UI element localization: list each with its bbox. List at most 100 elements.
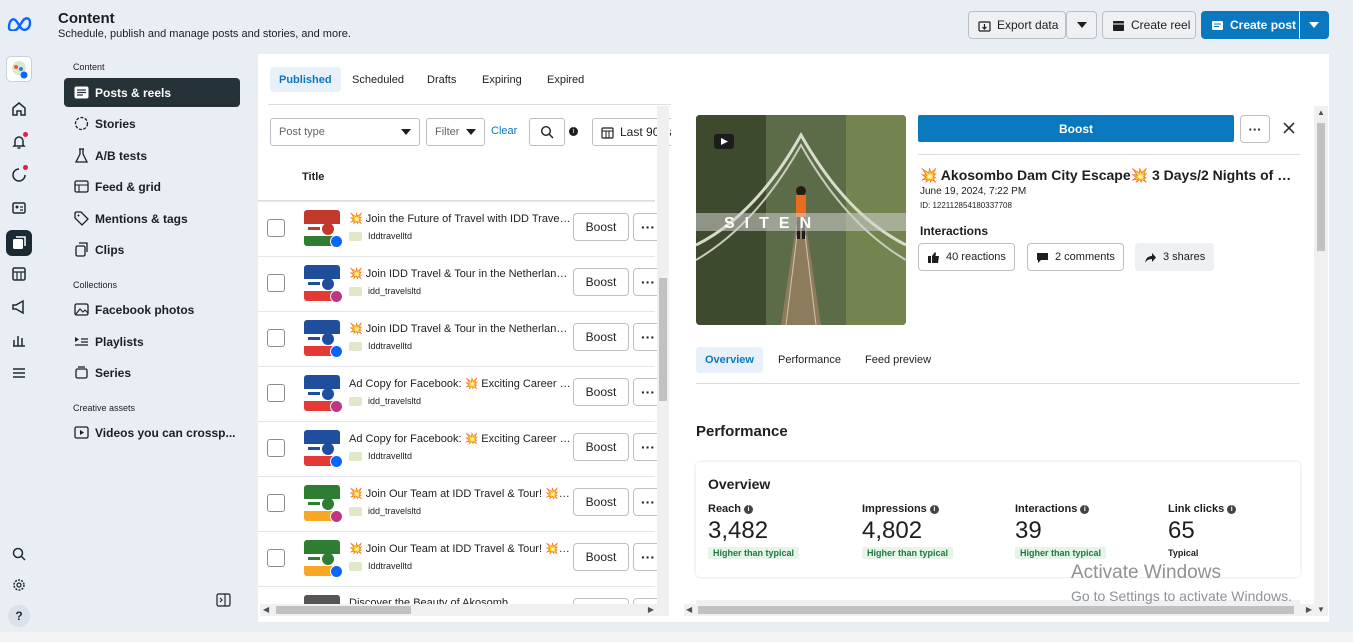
table-row[interactable]: 💥 Join IDD Travel & Tour in the Netherla… xyxy=(258,311,663,366)
tab-expiring[interactable]: Expiring xyxy=(473,67,531,92)
sidebar-item-clips[interactable]: Clips xyxy=(64,235,240,264)
reactions-pill[interactable]: 40 reactions xyxy=(918,243,1015,271)
detail-hscrollbar[interactable]: ◀ ▶ xyxy=(684,604,1314,616)
row-checkbox[interactable] xyxy=(267,274,285,292)
filter-select[interactable]: Filter xyxy=(426,118,485,146)
table-row[interactable]: Ad Copy for Facebook: 💥 Exciting Career … xyxy=(258,421,663,476)
scroll-up-icon[interactable]: ▲ xyxy=(1317,108,1325,117)
scroll-right-icon[interactable]: ▶ xyxy=(648,605,654,614)
content-icon[interactable] xyxy=(6,230,32,256)
row-account-name: Iddtravelltd xyxy=(368,451,413,461)
row-checkbox[interactable] xyxy=(267,329,285,347)
sidebar-item-posts-reels[interactable]: Posts & reels xyxy=(64,78,240,107)
sidebar-item-series[interactable]: Series xyxy=(64,358,240,387)
insights-icon[interactable] xyxy=(8,329,30,351)
sidebar-item-label: Feed & grid xyxy=(95,179,162,194)
row-boost-button[interactable]: Boost xyxy=(573,378,629,406)
tab-drafts[interactable]: Drafts xyxy=(418,67,465,92)
info-icon[interactable]: i xyxy=(929,504,939,514)
boost-post-button[interactable]: Boost xyxy=(918,115,1234,142)
facebook-icon xyxy=(330,345,343,358)
row-boost-button[interactable]: Boost xyxy=(573,488,629,516)
shares-pill[interactable]: 3 shares xyxy=(1135,243,1215,271)
info-icon[interactable]: i xyxy=(1227,504,1237,514)
help-icon[interactable]: ? xyxy=(8,605,30,627)
series-icon xyxy=(73,365,89,381)
page-avatar-icon[interactable] xyxy=(6,56,32,82)
menu-icon[interactable] xyxy=(8,362,30,384)
search-posts-button[interactable] xyxy=(529,118,565,146)
post-type-select[interactable]: Post type xyxy=(270,118,420,146)
hscrollbar-thumb[interactable] xyxy=(698,606,1294,614)
settings-gear-icon[interactable] xyxy=(8,574,30,596)
export-dropdown-button[interactable] xyxy=(1066,11,1097,39)
home-icon[interactable] xyxy=(8,98,30,120)
row-account-name: Iddtravelltd xyxy=(368,341,413,351)
content-sidebar: Content Posts & reels Stories A/B tests … xyxy=(41,54,258,642)
tab-scheduled[interactable]: Scheduled xyxy=(343,67,413,92)
inbox-icon[interactable] xyxy=(8,164,30,186)
nav-section-collections: Collections xyxy=(73,280,118,290)
post-list-hscrollbar[interactable]: ◀ ▶ xyxy=(260,604,657,616)
scrollbar-thumb[interactable] xyxy=(659,278,667,401)
scroll-right-icon[interactable]: ▶ xyxy=(1306,605,1312,614)
row-boost-button[interactable]: Boost xyxy=(573,543,629,571)
row-checkbox[interactable] xyxy=(267,494,285,512)
detail-scrollbar[interactable]: ▲ ▼ xyxy=(1314,106,1328,616)
sidebar-item-feed-grid[interactable]: Feed & grid xyxy=(64,172,240,201)
row-boost-button[interactable]: Boost xyxy=(573,323,629,351)
export-data-button[interactable]: Export data xyxy=(968,11,1066,39)
row-boost-button[interactable]: Boost xyxy=(573,268,629,296)
subtab-performance[interactable]: Performance xyxy=(769,347,850,373)
comments-pill[interactable]: 2 comments xyxy=(1027,243,1124,271)
sidebar-item-playlists[interactable]: Playlists xyxy=(64,327,240,356)
row-checkbox[interactable] xyxy=(267,439,285,457)
subtab-feed-preview[interactable]: Feed preview xyxy=(856,347,940,373)
create-post-dropdown-button[interactable] xyxy=(1299,11,1329,39)
row-boost-button[interactable]: Boost xyxy=(573,433,629,461)
sidebar-item-facebook-photos[interactable]: Facebook photos xyxy=(64,295,240,324)
meta-logo-icon[interactable] xyxy=(5,12,35,34)
planner-icon[interactable] xyxy=(8,263,30,285)
row-checkbox[interactable] xyxy=(267,219,285,237)
sidebar-item-stories[interactable]: Stories xyxy=(64,109,240,138)
table-row[interactable]: 💥 Join Our Team at IDD Travel & Tour! 💥 … xyxy=(258,531,663,586)
info-icon[interactable]: i xyxy=(1080,504,1090,514)
info-icon[interactable]: i xyxy=(569,127,578,136)
create-reel-button[interactable]: Create reel xyxy=(1102,11,1196,39)
subtab-overview[interactable]: Overview xyxy=(696,347,763,373)
metric-tag: Higher than typical xyxy=(862,547,954,559)
clear-filters-link[interactable]: Clear xyxy=(491,125,517,137)
search-icon[interactable] xyxy=(8,543,30,565)
table-row[interactable]: 💥 Join Our Team at IDD Travel & Tour! 💥 … xyxy=(258,476,663,531)
ads-megaphone-icon[interactable] xyxy=(8,296,30,318)
row-checkbox[interactable] xyxy=(267,384,285,402)
notifications-icon[interactable] xyxy=(8,131,30,153)
create-post-button[interactable]: Create post xyxy=(1201,11,1299,39)
post-more-options-button[interactable]: ··· xyxy=(1240,115,1270,143)
row-title: 💥 Join Our Team at IDD Travel & Tour! 💥 … xyxy=(349,488,571,500)
table-row[interactable]: 💥 Join the Future of Travel with IDD Tra… xyxy=(258,201,663,256)
row-title: 💥 Join IDD Travel & Tour in the Netherla… xyxy=(349,268,571,280)
table-row[interactable]: Ad Copy for Facebook: 💥 Exciting Career … xyxy=(258,366,663,421)
profile-card-icon[interactable] xyxy=(8,197,30,219)
table-row[interactable]: 💥 Join IDD Travel & Tour in the Netherla… xyxy=(258,256,663,311)
account-avatar xyxy=(349,396,362,406)
sidebar-item-mentions-tags[interactable]: Mentions & tags xyxy=(64,204,240,233)
scroll-down-icon[interactable]: ▼ xyxy=(1317,605,1325,614)
sidebar-item-crosspost-videos[interactable]: Videos you can crossp... xyxy=(64,418,240,447)
row-checkbox[interactable] xyxy=(267,549,285,567)
scroll-left-icon[interactable]: ◀ xyxy=(686,605,692,614)
sidebar-item-ab-tests[interactable]: A/B tests xyxy=(64,141,240,170)
close-icon[interactable] xyxy=(1280,119,1298,137)
row-boost-button[interactable]: Boost xyxy=(573,213,629,241)
scroll-left-icon[interactable]: ◀ xyxy=(263,605,269,614)
hscrollbar-thumb[interactable] xyxy=(276,606,411,614)
post-video-thumbnail[interactable]: SITEN xyxy=(696,115,906,325)
post-list-scrollbar[interactable] xyxy=(657,106,669,616)
scrollbar-thumb[interactable] xyxy=(1317,123,1325,251)
tab-published[interactable]: Published xyxy=(270,67,341,92)
info-icon[interactable]: i xyxy=(744,504,754,514)
tab-expired[interactable]: Expired xyxy=(538,67,593,92)
collapse-sidebar-icon[interactable] xyxy=(216,593,231,607)
